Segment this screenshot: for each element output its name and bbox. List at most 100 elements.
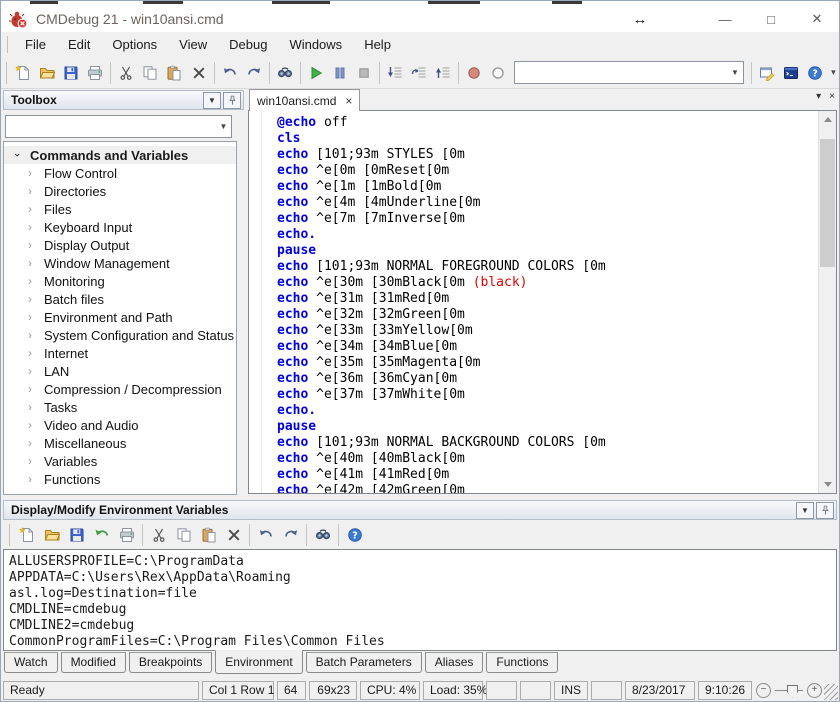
tree-item-window-management[interactable]: ›Window Management [4, 254, 236, 272]
scroll-down-arrow-icon[interactable] [819, 476, 836, 493]
toolbox-pin-icon[interactable] [223, 92, 241, 109]
panel-menu-chevron-icon[interactable]: ▼ [796, 502, 814, 519]
tab-functions[interactable]: Functions [486, 652, 558, 673]
zoom-slider[interactable]: − + [756, 683, 822, 698]
tree-item-monitoring[interactable]: ›Monitoring [4, 272, 236, 290]
print-button[interactable] [83, 61, 107, 85]
toolbox-combobox[interactable]: ▼ [5, 115, 232, 138]
close-button[interactable]: ✕ [794, 6, 840, 32]
tree-item-environment-and-path[interactable]: ›Environment and Path [4, 308, 236, 326]
tree-item-functions[interactable]: ›Functions [4, 470, 236, 488]
env-help-button[interactable] [342, 523, 367, 547]
paste-button[interactable] [162, 61, 186, 85]
environment-variables-editor[interactable]: ALLUSERSPROFILE=C:\ProgramDataAPPDATA=C:… [3, 549, 837, 651]
menu-item-file[interactable]: File [14, 34, 57, 55]
chevron-right-icon[interactable]: › [28, 310, 44, 324]
step-over-button[interactable] [407, 61, 431, 85]
chevron-down-icon[interactable]: ▼ [216, 116, 231, 137]
clear-breakpoints-button[interactable] [486, 61, 510, 85]
stop-button[interactable] [352, 61, 376, 85]
toggle-breakpoint-button[interactable] [462, 61, 486, 85]
code-editor[interactable]: @echo offclsecho [101;93m STYLES [0mecho… [248, 110, 837, 494]
toolbox-tree[interactable]: › Commands and Variables ›Flow Control›D… [3, 141, 237, 495]
scroll-up-arrow-icon[interactable] [819, 111, 836, 128]
tree-item-directories[interactable]: ›Directories [4, 182, 236, 200]
maximize-button[interactable]: □ [748, 6, 794, 32]
tab-close-icon[interactable]: × [345, 94, 352, 108]
undo-button[interactable] [218, 61, 242, 85]
tab-bar-close-icon[interactable]: × [829, 91, 835, 102]
new-file-button[interactable] [11, 61, 35, 85]
toolbar-overflow-chevron-icon[interactable]: ▾ [827, 67, 840, 78]
command-input[interactable] [515, 65, 727, 80]
tab-breakpoints[interactable]: Breakpoints [129, 652, 212, 673]
chevron-right-icon[interactable]: › [28, 454, 44, 468]
find-button[interactable] [273, 61, 297, 85]
open-file-button[interactable] [35, 61, 59, 85]
tab-aliases[interactable]: Aliases [425, 652, 484, 673]
env-undo-button[interactable] [253, 523, 278, 547]
chevron-right-icon[interactable]: › [28, 202, 44, 216]
tree-item-flow-control[interactable]: ›Flow Control [4, 164, 236, 182]
toolbox-menu-chevron-icon[interactable]: ▼ [203, 92, 221, 109]
tab-win10ansi[interactable]: win10ansi.cmd × [249, 89, 360, 111]
chevron-right-icon[interactable]: › [28, 274, 44, 288]
env-redo-button[interactable] [278, 523, 303, 547]
chevron-right-icon[interactable]: › [28, 166, 44, 180]
tree-item-compression-decompression[interactable]: ›Compression / Decompression [4, 380, 236, 398]
menu-item-view[interactable]: View [168, 34, 218, 55]
chevron-right-icon[interactable]: › [28, 382, 44, 396]
chevron-right-icon[interactable]: › [28, 436, 44, 450]
tab-batch-parameters[interactable]: Batch Parameters [306, 652, 422, 673]
delete-button[interactable] [186, 61, 210, 85]
scrollbar-thumb[interactable] [820, 139, 835, 267]
env-open-button[interactable] [39, 523, 64, 547]
tree-item-system-configuration-and-status[interactable]: ›System Configuration and Status [4, 326, 236, 344]
chevron-down-icon[interactable]: ▼ [728, 62, 743, 83]
chevron-right-icon[interactable]: › [28, 364, 44, 378]
save-file-button[interactable] [59, 61, 83, 85]
tree-item-video-and-audio[interactable]: ›Video and Audio [4, 416, 236, 434]
panel-pin-icon[interactable] [816, 502, 834, 519]
chevron-right-icon[interactable]: › [28, 400, 44, 414]
env-print-button[interactable] [114, 523, 139, 547]
chevron-right-icon[interactable]: › [28, 238, 44, 252]
zoom-out-icon[interactable]: − [756, 683, 771, 698]
chevron-right-icon[interactable]: › [28, 418, 44, 432]
zoom-in-icon[interactable]: + [807, 683, 822, 698]
step-into-button[interactable] [383, 61, 407, 85]
help-button[interactable] [803, 61, 827, 85]
menu-item-help[interactable]: Help [353, 34, 402, 55]
resize-grip[interactable] [824, 684, 838, 700]
env-delete-button[interactable] [221, 523, 246, 547]
tree-item-lan[interactable]: ›LAN [4, 362, 236, 380]
chevron-right-icon[interactable]: › [28, 220, 44, 234]
menu-item-debug[interactable]: Debug [218, 34, 278, 55]
tree-item-keyboard-input[interactable]: ›Keyboard Input [4, 218, 236, 236]
chevron-right-icon[interactable]: › [28, 328, 44, 342]
tree-item-miscellaneous[interactable]: ›Miscellaneous [4, 434, 236, 452]
tree-item-internet[interactable]: ›Internet [4, 344, 236, 362]
env-copy-button[interactable] [171, 523, 196, 547]
tab-list-chevron-icon[interactable]: ▾ [816, 91, 821, 102]
menu-item-options[interactable]: Options [101, 34, 168, 55]
switch-windows-icon[interactable]: ↔ [620, 6, 660, 32]
command-prompt-button[interactable] [779, 61, 803, 85]
code-text[interactable]: @echo offclsecho [101;93m STYLES [0mecho… [249, 111, 819, 493]
copy-button[interactable] [138, 61, 162, 85]
env-save-button[interactable] [64, 523, 89, 547]
tab-watch[interactable]: Watch [4, 652, 58, 673]
command-combobox[interactable]: ▼ [514, 61, 743, 84]
chevron-right-icon[interactable]: › [28, 472, 44, 486]
tab-environment[interactable]: Environment [215, 650, 302, 674]
tree-item-batch-files[interactable]: ›Batch files [4, 290, 236, 308]
tree-item-tasks[interactable]: ›Tasks [4, 398, 236, 416]
tab-modified[interactable]: Modified [61, 652, 126, 673]
chevron-right-icon[interactable]: › [28, 292, 44, 306]
env-new-button[interactable] [14, 523, 39, 547]
tree-item-variables[interactable]: ›Variables [4, 452, 236, 470]
menu-item-windows[interactable]: Windows [278, 34, 353, 55]
tree-item-commands-and-variables[interactable]: › Commands and Variables [4, 146, 236, 164]
chevron-right-icon[interactable]: › [28, 346, 44, 360]
chevron-right-icon[interactable]: › [28, 256, 44, 270]
